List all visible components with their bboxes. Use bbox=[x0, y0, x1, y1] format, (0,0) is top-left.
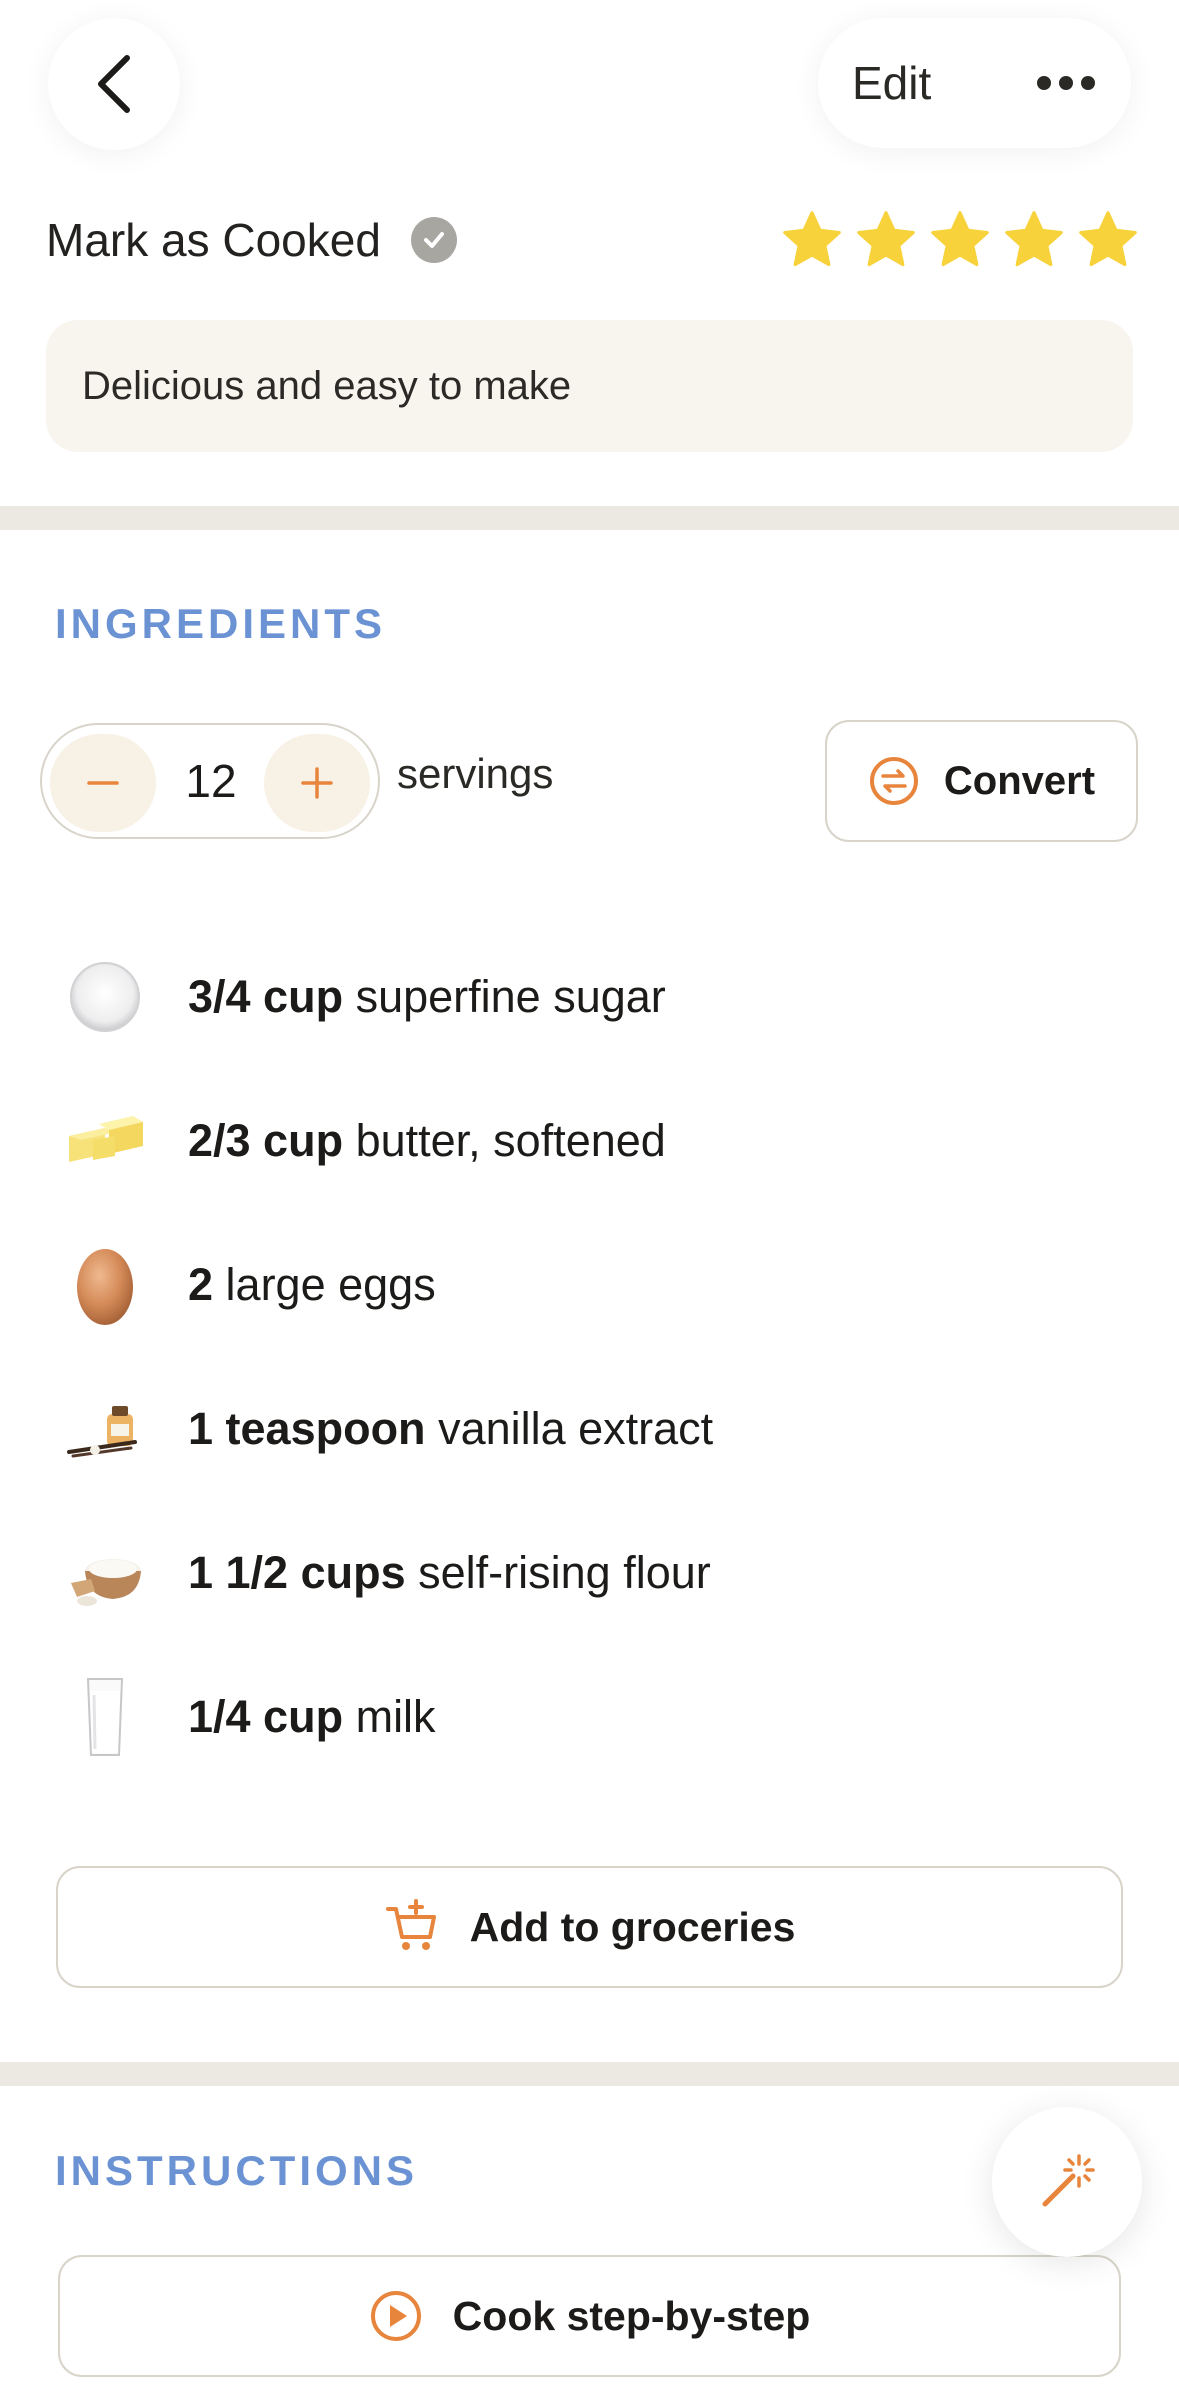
sugar-icon bbox=[60, 952, 150, 1042]
play-circle-icon bbox=[370, 2291, 421, 2341]
check-circle-icon bbox=[410, 217, 457, 263]
more-options-icon[interactable] bbox=[1031, 53, 1101, 113]
butter-icon bbox=[60, 1096, 150, 1186]
chevron-left-icon bbox=[98, 55, 130, 113]
servings-stepper: 12 bbox=[40, 723, 380, 839]
ingredient-item[interactable]: 1 teaspoon vanilla extract bbox=[60, 1379, 1120, 1479]
star-icon[interactable] bbox=[1076, 208, 1140, 272]
add-to-groceries-button[interactable]: Add to groceries bbox=[56, 1866, 1123, 1988]
ingredients-heading: INGREDIENTS bbox=[55, 600, 387, 647]
flour-icon bbox=[60, 1528, 150, 1618]
magic-wand-button[interactable] bbox=[992, 2107, 1142, 2257]
ingredient-name: butter, softened bbox=[355, 1115, 666, 1166]
ingredient-item[interactable]: 1/4 cup milk bbox=[60, 1667, 1120, 1767]
cart-plus-icon bbox=[385, 1899, 436, 1950]
vanilla-icon bbox=[60, 1384, 150, 1474]
mark-as-cooked[interactable]: Mark as Cooked bbox=[46, 205, 457, 275]
milk-icon bbox=[60, 1672, 150, 1762]
recipe-note-text: Delicious and easy to make bbox=[82, 363, 572, 408]
ingredient-item[interactable]: 2 large eggs bbox=[60, 1235, 1120, 1335]
ingredient-quantity: 1/4 cup bbox=[188, 1691, 344, 1742]
ingredient-name: large eggs bbox=[225, 1259, 436, 1310]
add-to-groceries-label: Add to groceries bbox=[469, 1903, 796, 1950]
section-divider bbox=[0, 506, 1179, 530]
servings-label: servings bbox=[397, 750, 554, 797]
ingredient-quantity: 1 1/2 cups bbox=[188, 1547, 406, 1598]
ingredient-quantity: 2 bbox=[188, 1259, 214, 1310]
plus-icon bbox=[301, 767, 333, 799]
edit-button[interactable]: Edit bbox=[852, 18, 931, 148]
back-button[interactable] bbox=[48, 18, 180, 150]
star-icon[interactable] bbox=[928, 208, 992, 272]
ingredient-name: milk bbox=[355, 1691, 436, 1742]
star-icon[interactable] bbox=[780, 208, 844, 272]
egg-icon bbox=[60, 1240, 150, 1330]
cook-step-by-step-button[interactable]: Cook step-by-step bbox=[58, 2255, 1121, 2377]
magic-wand-icon bbox=[1042, 2154, 1095, 2207]
ingredient-item[interactable]: 1 1/2 cups self-rising flour bbox=[60, 1523, 1120, 1623]
minus-icon bbox=[87, 781, 119, 785]
increase-servings-button[interactable] bbox=[264, 734, 370, 832]
mark-as-cooked-label: Mark as Cooked bbox=[46, 214, 381, 266]
star-icon[interactable] bbox=[1002, 208, 1066, 272]
ingredient-item[interactable]: 2/3 cup butter, softened bbox=[60, 1091, 1120, 1191]
star-rating[interactable] bbox=[780, 205, 1140, 275]
star-icon[interactable] bbox=[854, 208, 918, 272]
ingredient-quantity: 1 teaspoon bbox=[188, 1403, 426, 1454]
cook-step-by-step-label: Cook step-by-step bbox=[452, 2292, 811, 2339]
ingredient-item[interactable]: 3/4 cup superfine sugar bbox=[60, 947, 1120, 1047]
convert-button[interactable]: Convert bbox=[825, 720, 1138, 842]
section-divider bbox=[0, 2062, 1179, 2086]
header-actions: Edit bbox=[818, 18, 1131, 148]
ingredient-name: vanilla extract bbox=[438, 1403, 714, 1454]
recipe-note[interactable]: Delicious and easy to make bbox=[46, 320, 1133, 452]
ingredient-name: self-rising flour bbox=[418, 1547, 711, 1598]
ingredient-quantity: 2/3 cup bbox=[188, 1115, 344, 1166]
instructions-heading: INSTRUCTIONS bbox=[55, 2147, 418, 2194]
ingredient-quantity: 3/4 cup bbox=[188, 971, 344, 1022]
top-bar: Edit bbox=[0, 0, 1179, 190]
ingredient-name: superfine sugar bbox=[355, 971, 666, 1022]
convert-icon bbox=[869, 757, 918, 805]
decrease-servings-button[interactable] bbox=[50, 734, 156, 832]
servings-value: 12 bbox=[185, 755, 237, 807]
convert-label: Convert bbox=[943, 758, 1096, 803]
